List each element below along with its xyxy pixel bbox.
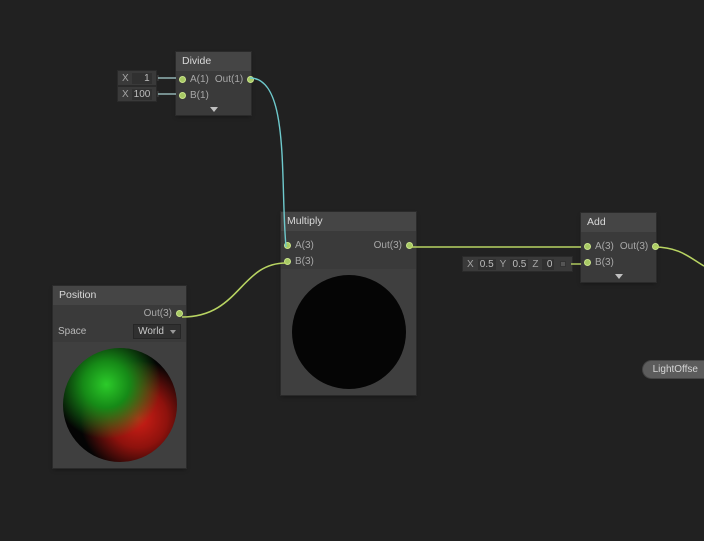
port-dot-icon bbox=[179, 76, 186, 83]
input-port-b[interactable]: B(3) bbox=[581, 254, 617, 270]
dropdown-value: World bbox=[138, 326, 164, 337]
literal-value[interactable]: 100 bbox=[132, 89, 152, 100]
node-title: Divide bbox=[176, 52, 251, 71]
port-label: Out(3) bbox=[144, 308, 172, 319]
literal-input-vec3[interactable]: X 0.5 Y 0.5 Z 0 bbox=[462, 256, 573, 272]
input-port-b[interactable]: B(1) bbox=[176, 87, 212, 103]
input-port-a[interactable]: A(3) bbox=[281, 237, 349, 253]
expand-toggle[interactable] bbox=[176, 103, 251, 115]
port-dot-icon bbox=[179, 92, 186, 99]
preview-sphere bbox=[292, 275, 406, 389]
literal-label: X bbox=[122, 89, 129, 100]
output-port[interactable]: Out(3) bbox=[371, 237, 416, 253]
preview-sphere bbox=[63, 348, 177, 462]
literal-value[interactable]: 0.5 bbox=[478, 259, 496, 270]
port-label: A(3) bbox=[295, 240, 314, 251]
literal-input-x1[interactable]: X 1 bbox=[117, 70, 157, 86]
literal-label: Y bbox=[500, 259, 507, 270]
node-title: Multiply bbox=[281, 212, 416, 231]
node-title: Add bbox=[581, 213, 656, 232]
space-dropdown[interactable]: World bbox=[133, 324, 181, 339]
port-dot-icon bbox=[284, 258, 291, 265]
port-label: B(3) bbox=[295, 256, 314, 267]
output-port[interactable]: Out(1) bbox=[212, 71, 257, 87]
port-dot-icon bbox=[652, 243, 659, 250]
slider-handle-icon[interactable] bbox=[157, 91, 159, 97]
property-pill-light-offset[interactable]: LightOffse bbox=[643, 361, 704, 378]
port-label: Out(3) bbox=[374, 240, 402, 251]
literal-input-x100[interactable]: X 100 bbox=[117, 86, 157, 102]
literal-value[interactable]: 0.5 bbox=[510, 259, 528, 270]
port-dot-icon bbox=[406, 242, 413, 249]
node-position[interactable]: Position Out(3) Space World bbox=[53, 286, 186, 468]
literal-label: X bbox=[122, 73, 129, 84]
port-dot-icon bbox=[247, 76, 254, 83]
port-dot-icon bbox=[584, 259, 591, 266]
node-preview bbox=[53, 342, 186, 468]
port-label: B(3) bbox=[595, 257, 614, 268]
chevron-down-icon bbox=[170, 330, 176, 334]
port-dot-icon bbox=[584, 243, 591, 250]
literal-label: Z bbox=[532, 259, 538, 270]
port-label: A(1) bbox=[190, 74, 209, 85]
field-label: Space bbox=[58, 326, 127, 337]
space-row: Space World bbox=[53, 321, 186, 342]
output-port[interactable]: Out(3) bbox=[141, 305, 186, 321]
port-label: B(1) bbox=[190, 90, 209, 101]
slider-handle-icon[interactable] bbox=[157, 75, 159, 81]
node-title: Position bbox=[53, 286, 186, 305]
port-dot-icon bbox=[284, 242, 291, 249]
chevron-down-icon bbox=[210, 107, 218, 112]
node-preview bbox=[281, 269, 416, 395]
port-label: Out(1) bbox=[215, 74, 243, 85]
chevron-down-icon bbox=[615, 274, 623, 279]
input-port-b[interactable]: B(3) bbox=[281, 253, 349, 269]
literal-label: X bbox=[467, 259, 474, 270]
port-label: Out(3) bbox=[620, 241, 648, 252]
pill-label: LightOffse bbox=[653, 364, 698, 375]
input-port-a[interactable]: A(3) bbox=[581, 238, 617, 254]
port-dot-icon bbox=[176, 310, 183, 317]
output-port[interactable]: Out(3) bbox=[617, 238, 662, 254]
node-add[interactable]: Add A(3) B(3) Out(3) bbox=[581, 213, 656, 282]
node-divide[interactable]: Divide A(1) B(1) Out(1) bbox=[176, 52, 251, 115]
expand-toggle[interactable] bbox=[581, 270, 656, 282]
port-label: A(3) bbox=[595, 241, 614, 252]
slider-handle-icon[interactable] bbox=[560, 261, 566, 267]
input-port-a[interactable]: A(1) bbox=[176, 71, 212, 87]
literal-value[interactable]: 0 bbox=[542, 259, 554, 270]
node-multiply[interactable]: Multiply A(3) B(3) Out(3) bbox=[281, 212, 416, 395]
literal-value[interactable]: 1 bbox=[132, 73, 152, 84]
